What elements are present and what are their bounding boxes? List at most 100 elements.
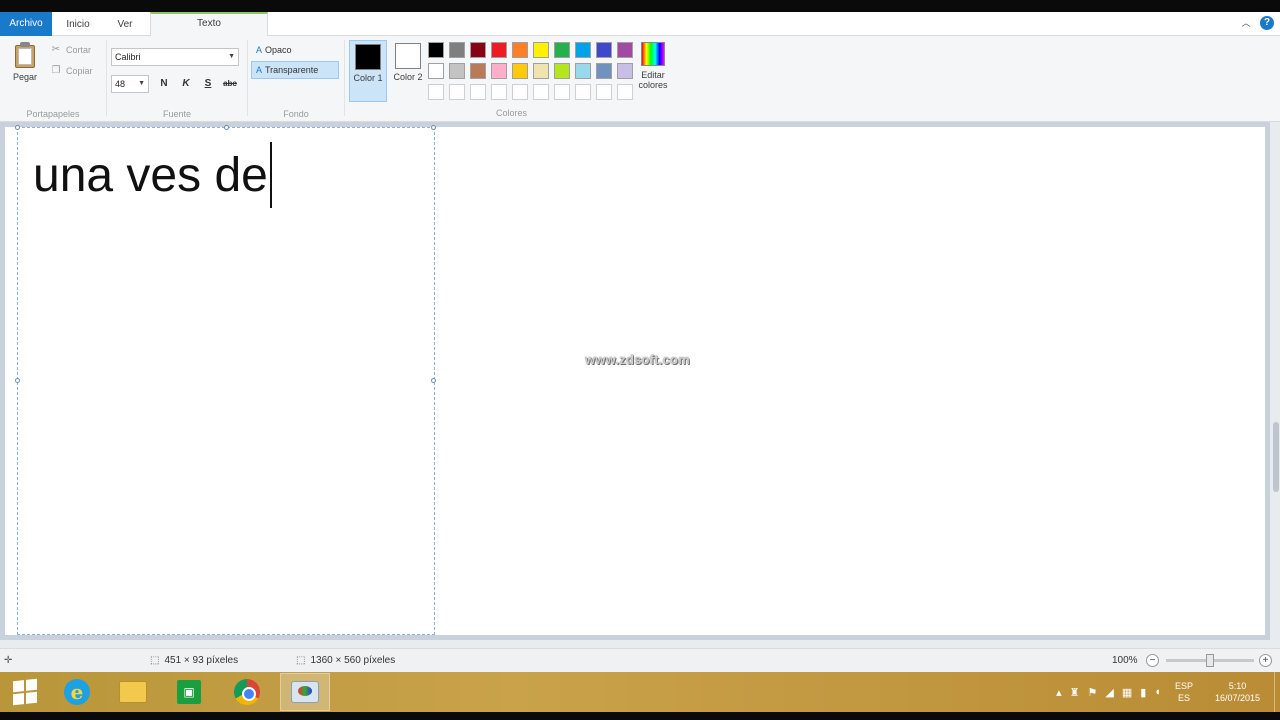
color1-label: Color 1 <box>353 73 383 83</box>
strikethrough-button[interactable]: abc <box>221 75 239 93</box>
text-content[interactable]: una ves de <box>33 142 272 208</box>
tab-file[interactable]: Archivo <box>0 12 52 36</box>
wifi-signal-icon[interactable]: ◢ <box>1105 686 1113 699</box>
windows-logo-icon <box>13 678 37 706</box>
palette-swatch[interactable] <box>596 42 612 58</box>
font-family-select[interactable]: Calibri ▼ <box>111 48 239 66</box>
chevron-down-icon: ▼ <box>138 80 145 87</box>
custom-color-slot[interactable] <box>533 84 549 100</box>
typed-text: una ves de <box>33 148 268 202</box>
copy-button[interactable]: ❐ Copiar <box>50 65 93 77</box>
transparent-button[interactable]: A Transparente <box>251 61 339 79</box>
custom-color-slot[interactable] <box>575 84 591 100</box>
palette-swatch[interactable] <box>470 42 486 58</box>
color-spectrum-icon <box>641 42 665 66</box>
palette-swatch[interactable] <box>554 42 570 58</box>
edit-colors-label: Editar colores <box>638 70 668 90</box>
custom-color-slot[interactable] <box>470 84 486 100</box>
network-app-icon[interactable]: ♜ <box>1070 686 1080 699</box>
italic-button[interactable]: K <box>177 75 195 93</box>
paste-label: Pegar <box>12 72 38 82</box>
palette-swatch[interactable] <box>575 63 591 79</box>
volume-icon[interactable]: ◖ <box>1154 686 1161 698</box>
palette-swatch[interactable] <box>512 63 528 79</box>
font-size-select[interactable]: 48 ▼ <box>111 75 149 93</box>
copy-label: Copiar <box>66 66 93 76</box>
action-center-icon[interactable]: ⚑ <box>1087 686 1097 699</box>
zoom-in-button[interactable]: + <box>1259 654 1272 667</box>
zoom-slider-thumb[interactable] <box>1206 654 1214 667</box>
zoom-out-button[interactable]: − <box>1146 654 1159 667</box>
custom-color-slot[interactable] <box>596 84 612 100</box>
resize-handle[interactable] <box>224 125 229 130</box>
paste-button[interactable]: Pegar <box>6 42 44 82</box>
font-group: Calibri ▼ 48 ▼ N K S abc Fuente <box>107 36 247 122</box>
drawing-canvas[interactable]: una ves de www.zdsoft.com <box>5 125 1265 635</box>
color2-button[interactable]: Color 2 <box>389 40 427 102</box>
palette-swatch[interactable] <box>428 42 444 58</box>
palette-swatch[interactable] <box>533 63 549 79</box>
zoom-level: 100% <box>1112 655 1138 666</box>
resize-handle[interactable] <box>431 125 436 130</box>
palette-swatch[interactable] <box>575 42 591 58</box>
horizontal-scrollbar[interactable] <box>0 640 1270 648</box>
opaque-button[interactable]: A Opaco <box>252 41 296 59</box>
custom-color-slot[interactable] <box>449 84 465 100</box>
palette-swatch[interactable] <box>428 63 444 79</box>
palette-swatch[interactable] <box>512 42 528 58</box>
image-size-icon: ⬚ <box>296 655 306 666</box>
resize-handle[interactable] <box>15 125 20 130</box>
tab-home[interactable]: Inicio <box>56 14 100 36</box>
palette-swatch[interactable] <box>491 63 507 79</box>
clock-date: 16/07/2015 <box>1214 693 1260 703</box>
resize-handle[interactable] <box>431 378 436 383</box>
palette-swatch[interactable] <box>449 63 465 79</box>
chrome-button[interactable] <box>222 673 272 711</box>
cut-button[interactable]: ✂ Cortar <box>50 44 91 56</box>
custom-color-slot[interactable] <box>428 84 444 100</box>
color1-button[interactable]: Color 1 <box>349 40 387 102</box>
store-button[interactable]: ▣ <box>164 673 214 711</box>
show-desktop-button[interactable] <box>1274 672 1280 712</box>
cursor-position: ✛ <box>4 655 12 666</box>
image-size-value: 1360 × 560 píxeles <box>310 655 396 666</box>
color1-swatch <box>355 44 381 70</box>
ribbon-controls: ︿ ? <box>1240 16 1274 30</box>
internet-explorer-button[interactable]: e <box>52 673 102 711</box>
paint-taskbar-button[interactable] <box>280 673 330 711</box>
palette-swatch[interactable] <box>470 63 486 79</box>
status-bar: ✛ ⬚ 451 × 93 píxeles ⬚ 1360 × 560 píxele… <box>0 648 1280 672</box>
media-icon[interactable]: ▮ <box>1140 686 1146 699</box>
bold-button[interactable]: N <box>155 75 173 93</box>
underline-button[interactable]: S <box>199 75 217 93</box>
windows-flag-icon[interactable]: ▦ <box>1122 686 1132 699</box>
tab-view[interactable]: Ver <box>104 14 146 36</box>
palette-swatch[interactable] <box>449 42 465 58</box>
palette-swatch[interactable] <box>533 42 549 58</box>
vertical-scrollbar[interactable] <box>1270 122 1280 648</box>
collapse-ribbon-icon[interactable]: ︿ <box>1240 17 1252 29</box>
chevron-down-icon: ▼ <box>228 53 235 60</box>
palette-swatch[interactable] <box>617 63 633 79</box>
tray-icons: ▴ ♜ ⚑ ◢ ▦ ▮ ◖ <box>1056 686 1161 699</box>
custom-color-slot[interactable] <box>512 84 528 100</box>
help-icon[interactable]: ? <box>1260 16 1274 30</box>
language-indicator[interactable]: ESP ES <box>1175 680 1193 704</box>
palette-swatch[interactable] <box>491 42 507 58</box>
tab-text[interactable]: Texto <box>150 12 268 36</box>
palette-swatch[interactable] <box>596 63 612 79</box>
custom-color-slot[interactable] <box>554 84 570 100</box>
file-explorer-button[interactable] <box>108 673 158 711</box>
start-button[interactable] <box>0 673 50 711</box>
palette-swatch[interactable] <box>554 63 570 79</box>
custom-color-slot[interactable] <box>617 84 633 100</box>
scroll-thumb[interactable] <box>1273 422 1279 492</box>
custom-color-slot[interactable] <box>491 84 507 100</box>
show-hidden-icons-icon[interactable]: ▴ <box>1056 686 1062 699</box>
palette-swatch[interactable] <box>617 42 633 58</box>
resize-handle[interactable] <box>15 378 20 383</box>
clock[interactable]: 5:10 16/07/2015 <box>1215 680 1260 704</box>
keyboard-layout: ES <box>1177 693 1190 703</box>
text-box[interactable]: una ves de <box>15 125 436 635</box>
edit-colors-button[interactable]: Editar colores <box>634 42 672 90</box>
